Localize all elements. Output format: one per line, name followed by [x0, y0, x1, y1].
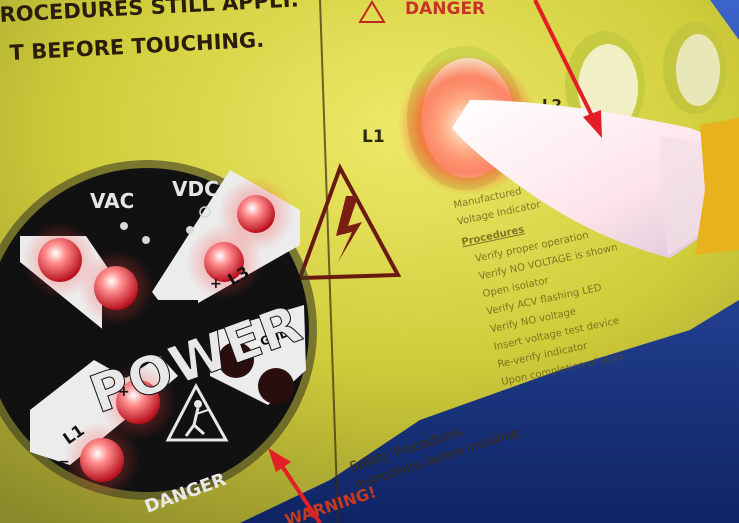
vdc-label: VDC [172, 177, 219, 201]
socket-l1-label: L1 [362, 127, 385, 147]
led-l3-minus [237, 195, 275, 233]
socket-l3 [663, 22, 727, 114]
vac-dot-1 [120, 222, 128, 230]
vac-label: VAC [90, 189, 134, 213]
l3-plus-sign: + [210, 276, 222, 292]
vac-dot-2 [142, 236, 150, 244]
vdc-dot-1 [186, 226, 194, 234]
led-l2-minus [38, 238, 82, 282]
l2-plus-sign: + [82, 323, 94, 339]
led-l2-plus [94, 266, 138, 310]
led-l1-minus [80, 438, 124, 482]
danger-banner-text: DANGER [405, 0, 485, 19]
photo-svg: ROCEDURES STILL APPLY. T BEFORE TOUCHING… [0, 0, 739, 523]
photo-scene: ROCEDURES STILL APPLY. T BEFORE TOUCHING… [0, 0, 739, 523]
led-gnd-2 [258, 368, 294, 404]
l2-minus-sign: − [36, 278, 48, 294]
l1-minus-sign: − [58, 454, 70, 470]
